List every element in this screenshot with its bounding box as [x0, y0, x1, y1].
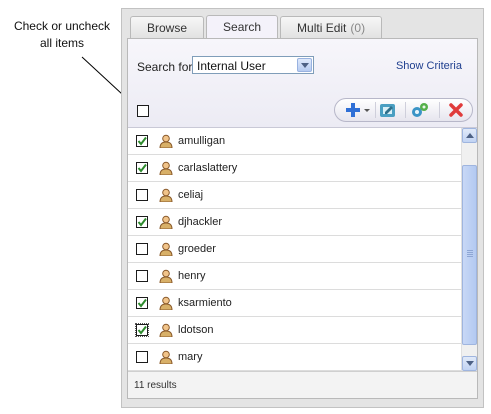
list-item[interactable]: mary — [128, 344, 461, 371]
add-button[interactable] — [345, 102, 371, 118]
toolbar-separator — [375, 102, 376, 118]
checkmark-icon — [137, 325, 147, 335]
edit-icon — [380, 104, 395, 117]
row-checkbox[interactable] — [136, 162, 148, 174]
edit-button[interactable] — [379, 102, 397, 118]
row-checkbox[interactable] — [136, 351, 148, 363]
user-list: amulligan carlaslattery celiaj djhackler gro… — [128, 128, 461, 371]
list-item[interactable]: celiaj — [128, 182, 461, 209]
search-for-label: Search for — [137, 60, 193, 74]
username-label: carlaslattery — [178, 162, 238, 174]
checkmark-icon — [137, 163, 147, 173]
user-icon — [159, 350, 173, 367]
delete-icon — [449, 103, 463, 117]
user-icon — [159, 134, 173, 151]
search-type-value: Internal User — [197, 59, 266, 73]
gears-icon — [412, 103, 428, 117]
show-criteria-link[interactable]: Show Criteria — [396, 60, 462, 72]
add-icon — [346, 103, 370, 117]
select-all-checkbox[interactable] — [137, 105, 149, 117]
results-count: 11 results — [134, 380, 177, 391]
multi-edit-count: (0) — [350, 21, 366, 35]
username-label: amulligan — [178, 135, 226, 147]
tab-bar: Browse Search Multi Edit (0) — [130, 15, 384, 39]
row-checkbox[interactable] — [135, 323, 149, 337]
user-icon — [159, 269, 173, 286]
toolbar-separator — [405, 102, 406, 118]
scroll-up-button[interactable] — [462, 128, 477, 143]
user-icon — [159, 188, 173, 205]
action-toolbar — [334, 98, 473, 122]
tab-multi-edit[interactable]: Multi Edit (0) — [280, 16, 383, 38]
checkmark-icon — [137, 217, 147, 227]
username-label: groeder — [178, 243, 216, 255]
list-item[interactable]: groeder — [128, 236, 461, 263]
checkmark-icon — [137, 298, 147, 308]
user-icon — [159, 296, 173, 313]
list-item[interactable]: henry — [128, 263, 461, 290]
chevron-up-icon — [466, 133, 474, 138]
scroll-thumb[interactable] — [462, 165, 477, 345]
row-checkbox[interactable] — [136, 270, 148, 282]
list-item[interactable]: amulligan — [128, 128, 461, 155]
tab-browse[interactable]: Browse — [130, 16, 205, 38]
chevron-down-icon — [466, 361, 474, 366]
list-item[interactable]: djhackler — [128, 209, 461, 236]
delete-button[interactable] — [448, 102, 464, 118]
user-icon — [159, 323, 173, 340]
user-icon — [159, 215, 173, 232]
list-item[interactable]: carlaslattery — [128, 155, 461, 182]
checkmark-icon — [137, 136, 147, 146]
username-label: mary — [178, 351, 203, 363]
user-icon — [159, 242, 173, 259]
username-label: henry — [178, 270, 206, 282]
results-footer: 11 results — [128, 371, 477, 398]
username-label: celiaj — [178, 189, 204, 201]
bulk-edit-button[interactable] — [411, 102, 429, 118]
list-item[interactable]: ksarmiento — [128, 290, 461, 317]
username-label: ksarmiento — [178, 297, 232, 309]
search-criteria: Search for Internal User Show Criteria — [128, 39, 477, 128]
row-checkbox[interactable] — [136, 135, 148, 147]
scroll-down-button[interactable] — [462, 356, 477, 371]
username-label: ldotson — [178, 324, 214, 336]
user-icon — [159, 161, 173, 178]
tab-content: Search for Internal User Show Criteria a… — [127, 38, 478, 399]
row-checkbox[interactable] — [136, 243, 148, 255]
username-label: djhackler — [178, 216, 223, 228]
list-item[interactable]: ldotson — [128, 317, 461, 344]
row-checkbox[interactable] — [136, 189, 148, 201]
user-search-panel: Browse Search Multi Edit (0) Search for I… — [121, 8, 484, 408]
vertical-scrollbar[interactable] — [461, 128, 477, 371]
toolbar-separator — [439, 102, 440, 118]
search-type-select[interactable]: Internal User — [192, 56, 314, 74]
row-checkbox[interactable] — [136, 297, 148, 309]
chevron-down-icon[interactable] — [297, 58, 312, 72]
tab-search[interactable]: Search — [206, 15, 279, 39]
row-checkbox[interactable] — [136, 216, 148, 228]
